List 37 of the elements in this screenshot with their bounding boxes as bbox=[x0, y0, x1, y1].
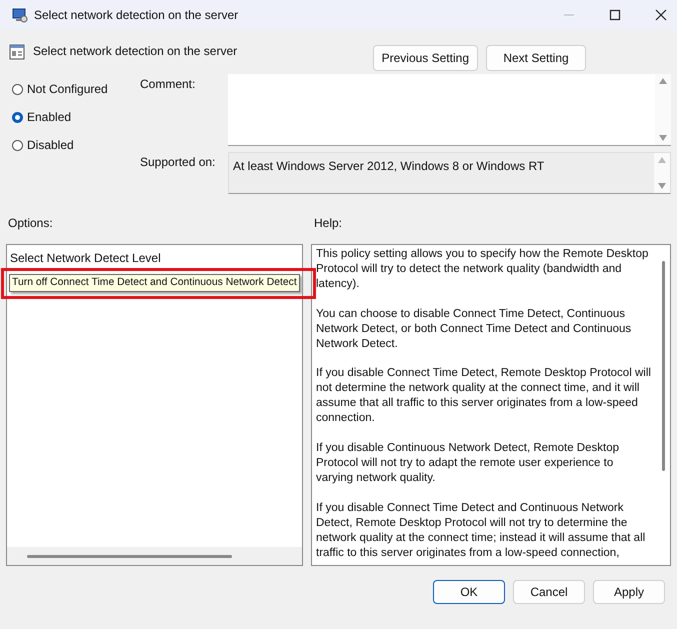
dialog-button[interactable]: OK bbox=[433, 580, 505, 604]
radio-label[interactable]: Not Configured bbox=[27, 82, 108, 96]
help-paragraph: If you disable Continuous Network Detect, Remote Desktop Protocol will not try to adapt the remote user experience to varying network quality. bbox=[316, 441, 620, 486]
window-title: Select network detection on the server bbox=[34, 8, 238, 22]
computer-icon bbox=[12, 7, 28, 23]
scroll-up-icon[interactable] bbox=[658, 157, 666, 163]
radio-button[interactable] bbox=[12, 112, 23, 122]
scroll-up-icon[interactable] bbox=[659, 78, 667, 84]
radio-button[interactable] bbox=[12, 140, 23, 150]
radio-label[interactable]: Enabled bbox=[27, 110, 72, 124]
help-paragraph: This policy setting allows you to specify how the Remote Desktop Protocol will try to detect the network quality (bandwidth and latency). bbox=[316, 247, 650, 292]
scrollbar[interactable] bbox=[655, 74, 671, 145]
help-paragraph: If you disable Connect Time Detect, Remote Desktop Protocol will not determine the network quality at the connect time, and it will assume that all traffic to this server originates from a low-speed connection. bbox=[316, 366, 652, 426]
option-label: Select Network Detect Level bbox=[9, 250, 162, 265]
dialog-button[interactable]: Cancel bbox=[513, 580, 585, 604]
scroll-down-icon[interactable] bbox=[658, 183, 666, 189]
options-label: Options: bbox=[8, 216, 54, 232]
radio-button[interactable] bbox=[12, 84, 23, 94]
help-paragraph: If you disable Connect Time Detect and Continuous Network Detect, Remote Desktop Protocol will not try to determine the network quality at the connect time; instead it will assume that all traffic to this server originates from a low-speed connection, bbox=[316, 500, 646, 560]
nav-button[interactable]: Next Setting bbox=[486, 45, 586, 71]
setting-title: Select network detection on the server bbox=[33, 44, 238, 58]
comment-field[interactable] bbox=[228, 74, 671, 146]
help-label: Help: bbox=[314, 216, 342, 232]
radio-label[interactable]: Disabled bbox=[27, 138, 74, 152]
scrollbar[interactable] bbox=[654, 153, 670, 193]
tooltip: Turn off Connect Time Detect and Continuous Network Detect bbox=[9, 274, 300, 292]
maximize-icon[interactable] bbox=[609, 9, 621, 21]
nav-button[interactable]: Previous Setting bbox=[372, 45, 478, 71]
close-icon[interactable] bbox=[655, 9, 667, 21]
supported-label: Supported on: bbox=[139, 154, 216, 171]
policy-icon bbox=[9, 44, 25, 60]
comment-label: Comment: bbox=[139, 76, 196, 93]
dialog-button[interactable]: Apply bbox=[593, 580, 665, 604]
scroll-down-icon[interactable] bbox=[659, 135, 667, 141]
horizontal-scrollbar[interactable] bbox=[7, 547, 302, 565]
supported-field: At least Windows Server 2012, Windows 8 or Windows RT bbox=[228, 152, 671, 194]
help-paragraph: You can choose to disable Connect Time Detect, Continuous Network Detect, or both Connect Time Detect and Continuous Network Detect. bbox=[316, 306, 632, 352]
